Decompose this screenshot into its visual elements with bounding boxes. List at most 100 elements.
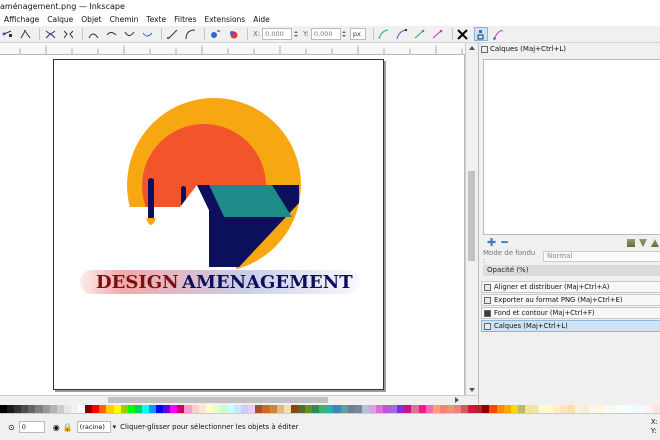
transform-handles-icon[interactable] [456, 27, 470, 41]
layer-up-icon[interactable] [651, 239, 659, 247]
palette-swatch[interactable] [283, 405, 291, 413]
palette-swatch[interactable] [170, 405, 178, 413]
dock-layers[interactable]: Calques (Maj+Ctrl+L) [481, 320, 660, 332]
palette-swatch[interactable] [78, 405, 86, 413]
palette-swatch[interactable] [539, 405, 547, 413]
palette-swatch[interactable] [602, 405, 611, 413]
palette-swatch[interactable] [99, 405, 107, 413]
palette-swatch[interactable] [361, 405, 369, 413]
palette-swatch[interactable] [127, 405, 135, 413]
horizontal-scrollbar[interactable] [0, 395, 477, 404]
palette-swatch[interactable] [489, 405, 497, 413]
show-handles-icon[interactable] [377, 27, 391, 41]
dock-export-png[interactable]: Exporter au format PNG (Maj+Ctrl+E) [481, 294, 660, 306]
unit-select[interactable]: px [349, 28, 366, 40]
palette-swatch[interactable] [425, 405, 433, 413]
palette-swatch[interactable] [397, 405, 405, 413]
menu-texte[interactable]: Texte [146, 15, 166, 24]
palette-swatch[interactable] [21, 405, 29, 413]
palette-swatch[interactable] [475, 405, 483, 413]
dock-align-distribute[interactable]: Aligner et distribuer (Maj+Ctrl+A) [481, 281, 660, 293]
layer-down-icon[interactable] [639, 239, 647, 247]
palette-swatch[interactable] [227, 405, 235, 413]
palette-swatch[interactable] [326, 405, 334, 413]
layers-panel-header[interactable]: Calques (Maj+Ctrl+L) [479, 43, 660, 56]
palette-swatch[interactable] [219, 405, 227, 413]
palette-swatch[interactable] [553, 405, 561, 413]
palette-swatch[interactable] [70, 405, 79, 413]
x-spinner[interactable] [292, 28, 299, 40]
palette-swatch[interactable] [148, 405, 157, 413]
drawing-canvas[interactable]: DESIGN AMENAGEMENT [0, 55, 465, 395]
palette-swatch[interactable] [14, 405, 22, 413]
palette-swatch[interactable] [262, 405, 270, 413]
palette-swatch[interactable] [177, 405, 185, 413]
next-path-effect-icon[interactable] [413, 27, 427, 41]
palette-swatch[interactable] [390, 405, 398, 413]
show-path-outline-icon[interactable] [395, 27, 409, 41]
dock-fill-stroke[interactable]: Fond et contour (Maj+Ctrl+F) [481, 307, 660, 319]
palette-swatch[interactable] [241, 405, 249, 413]
palette-swatch[interactable] [234, 405, 242, 413]
palette-swatch[interactable] [85, 405, 93, 413]
palette-swatch[interactable] [574, 405, 582, 413]
smooth-node-icon[interactable] [104, 27, 118, 41]
palette-swatch[interactable] [106, 405, 114, 413]
palette-swatch[interactable] [319, 405, 327, 413]
palette-swatch[interactable] [581, 405, 589, 413]
stroke-to-path-icon[interactable] [226, 27, 240, 41]
palette-swatch[interactable] [42, 405, 50, 413]
palette-swatch[interactable] [617, 405, 625, 413]
opacity-slider[interactable]: Opacité (%) [483, 265, 660, 276]
palette-swatch[interactable] [212, 405, 220, 413]
palette-swatch[interactable] [461, 405, 469, 413]
palette-swatch[interactable] [439, 405, 447, 413]
palette-swatch[interactable] [560, 405, 568, 413]
palette-swatch[interactable] [248, 405, 256, 413]
palette-swatch[interactable] [7, 405, 15, 413]
add-layer-icon[interactable]: ✚ [487, 237, 496, 248]
palette-swatch[interactable] [92, 405, 100, 413]
palette-swatch[interactable] [141, 405, 149, 413]
palette-swatch[interactable] [624, 405, 632, 413]
cusp-node-icon[interactable] [86, 27, 100, 41]
palette-swatch[interactable] [567, 405, 575, 413]
palette-swatch[interactable] [546, 405, 554, 413]
visibility-icon[interactable]: ◉ [53, 423, 60, 432]
palette-swatch[interactable] [532, 405, 540, 413]
color-palette[interactable] [0, 405, 660, 413]
palette-swatch[interactable] [368, 405, 376, 413]
segment-line-icon[interactable] [165, 27, 179, 41]
palette-swatch[interactable] [411, 405, 419, 413]
palette-swatch[interactable] [113, 405, 121, 413]
palette-swatch[interactable] [482, 405, 490, 413]
palette-swatch[interactable] [312, 405, 320, 413]
palette-swatch[interactable] [383, 405, 391, 413]
palette-swatch[interactable] [652, 405, 660, 413]
palette-swatch[interactable] [297, 405, 306, 413]
palette-swatch[interactable] [255, 405, 263, 413]
show-bbox-icon[interactable] [473, 27, 488, 41]
palette-swatch[interactable] [610, 405, 618, 413]
palette-swatch[interactable] [198, 405, 206, 413]
palette-swatch[interactable] [120, 405, 128, 413]
insert-node-icon[interactable] [0, 27, 14, 41]
current-layer-select[interactable]: (racine) [76, 421, 111, 433]
palette-swatch[interactable] [205, 405, 213, 413]
palette-swatch[interactable] [454, 405, 462, 413]
palette-swatch[interactable] [163, 405, 171, 413]
break-path-icon[interactable] [61, 27, 75, 41]
y-coordinate-field[interactable]: 0,000 [310, 28, 341, 40]
palette-swatch[interactable] [134, 405, 142, 413]
lock-icon[interactable]: 🔒 [63, 423, 73, 432]
palette-swatch[interactable] [510, 405, 518, 413]
palette-swatch[interactable] [524, 405, 533, 413]
palette-swatch[interactable] [354, 405, 362, 413]
palette-swatch[interactable] [156, 405, 164, 413]
chevron-down-icon[interactable]: ▾ [113, 423, 117, 431]
palette-swatch[interactable] [333, 405, 341, 413]
clip-path-edit-icon[interactable] [431, 27, 445, 41]
palette-swatch[interactable] [446, 405, 454, 413]
vertical-scrollbar[interactable] [465, 43, 477, 395]
palette-swatch[interactable] [645, 405, 653, 413]
